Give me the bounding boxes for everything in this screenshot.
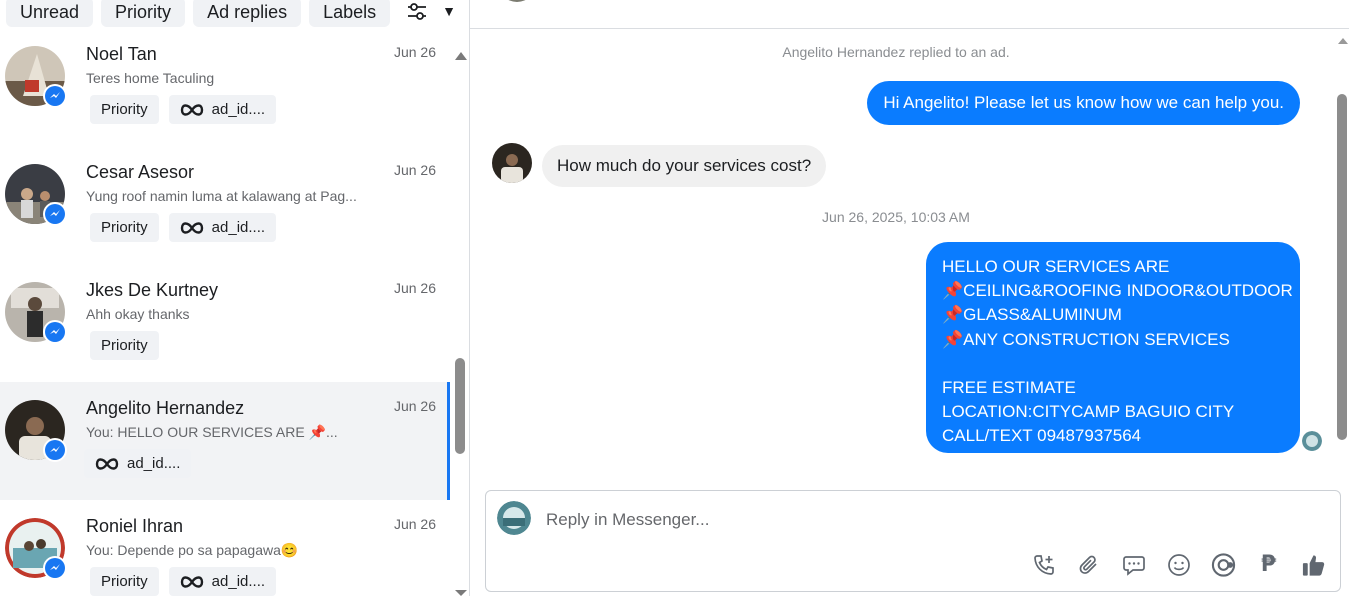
scroll-up-icon[interactable] [1338, 38, 1348, 44]
message-preview: Teres home Taculing [86, 70, 215, 86]
sliders-icon[interactable] [406, 1, 428, 23]
avatar [497, 501, 531, 535]
tag-row: Priority ad_id.... [90, 95, 277, 124]
messenger-inbox: Unread Priority Ad replies Labels ▼ Noel… [0, 0, 1349, 596]
message-line: 📌GLASS&ALUMINUM [942, 305, 1122, 325]
peso-icon[interactable]: ₱ [1256, 552, 1281, 577]
tag-label: Priority [101, 573, 148, 590]
priority-tag[interactable]: Priority [90, 95, 159, 124]
ad-id-tag[interactable]: ad_id.... [168, 95, 277, 124]
messenger-icon [43, 556, 67, 580]
gif-icon[interactable] [1211, 552, 1236, 577]
message-date: Jun 26 [393, 280, 436, 296]
emoji-icon[interactable] [1166, 552, 1191, 577]
attach-icon[interactable] [1076, 552, 1101, 577]
conversation-item[interactable]: Cesar Asesor Jun 26 Yung roof namin luma… [0, 146, 450, 264]
messenger-icon [43, 202, 67, 226]
scrollbar-thumb[interactable] [455, 358, 465, 454]
avatar [498, 0, 536, 2]
scroll-down-icon[interactable] [455, 590, 467, 596]
ad-id-tag[interactable]: ad_id.... [84, 449, 192, 478]
priority-tag[interactable]: Priority [90, 331, 159, 360]
contact-name: Cesar Asesor [86, 162, 195, 182]
reply-composer: ₱ [485, 490, 1341, 592]
incoming-message: How much do your services cost? [542, 145, 827, 187]
seen-avatar [1302, 431, 1322, 451]
scrollbar-thumb[interactable] [1337, 94, 1347, 440]
reply-input[interactable] [546, 505, 1246, 535]
filter-priority[interactable]: Priority [101, 0, 186, 27]
message-date: Jun 26 [393, 162, 436, 178]
meta-icon [180, 575, 203, 588]
tag-label: ad_id.... [211, 101, 266, 118]
thread-scrollbar[interactable] [1335, 34, 1349, 454]
thread-header [470, 0, 1349, 29]
tag-row: Priority ad_id.... [90, 213, 277, 242]
tag-label: Priority [101, 337, 148, 354]
conversation-list: Noel Tan Jun 26 Teres home Taculing Prio… [0, 28, 450, 596]
ad-id-tag[interactable]: ad_id.... [168, 213, 277, 242]
thumbs-up-icon[interactable] [1301, 552, 1326, 577]
contact-name: Roniel Ihran [86, 516, 184, 536]
filter-labels[interactable]: Labels [309, 0, 391, 27]
tag-label: Priority [101, 101, 148, 118]
priority-tag[interactable]: Priority [90, 213, 159, 242]
message-preview: Yung roof namin luma at kalawang at Pag.… [86, 188, 357, 204]
avatar [492, 143, 532, 183]
call-plus-icon[interactable] [1031, 552, 1056, 577]
priority-tag[interactable]: Priority [90, 567, 159, 596]
thread-pane: Angelito Hernandez replied to an ad. Hi … [470, 0, 1349, 596]
message-line: FREE ESTIMATE [942, 378, 1076, 398]
message-preview: You: Depende po sa papagawa😊 [86, 542, 299, 558]
conversation-pane: Unread Priority Ad replies Labels ▼ Noel… [0, 0, 470, 596]
messenger-icon [43, 320, 67, 344]
message-preview: You: HELLO OUR SERVICES ARE 📌... [86, 424, 338, 440]
contact-name: Noel Tan [86, 44, 157, 64]
message-preview: Ahh okay thanks [86, 306, 190, 322]
filter-unread[interactable]: Unread [6, 0, 94, 27]
conversation-item[interactable]: Roniel Ihran Jun 26 You: Depende po sa p… [0, 500, 450, 596]
message-line: LOCATION:CITYCAMP BAGUIO CITY [942, 402, 1235, 422]
meta-icon [180, 103, 203, 116]
message-line: 📌ANY CONSTRUCTION SERVICES [942, 329, 1230, 349]
message-line: 📌CEILING&ROOFING INDOOR&OUTDOOR [942, 281, 1293, 301]
scroll-up-icon[interactable] [455, 52, 467, 60]
tag-label: ad_id.... [211, 573, 266, 590]
chevron-down-icon[interactable]: ▼ [442, 3, 456, 19]
message-bubble-icon[interactable] [1121, 552, 1146, 577]
tag-label: ad_id.... [127, 455, 181, 472]
filter-ad-replies[interactable]: Ad replies [193, 0, 302, 27]
message-line: CALL/TEXT 09487937564 [942, 426, 1142, 446]
message-line: HELLO OUR SERVICES ARE [942, 257, 1170, 276]
message-line-blank [942, 352, 1284, 376]
conversation-item[interactable]: Noel Tan Jun 26 Teres home Taculing Prio… [0, 28, 450, 146]
message-date: Jun 26 [393, 398, 436, 414]
messenger-icon [43, 438, 67, 462]
message-date: Jun 26 [393, 516, 436, 532]
message-date: Jun 26 [393, 44, 436, 60]
conversation-item[interactable]: Jkes De Kurtney Jun 26 Ahh okay thanks P… [0, 264, 450, 382]
conversation-scrollbar[interactable] [453, 44, 467, 596]
tag-row: Priority [90, 331, 159, 360]
system-note: Angelito Hernandez replied to an ad. [782, 44, 1010, 60]
tag-row: Priority ad_id.... [90, 567, 277, 596]
contact-name: Jkes De Kurtney [86, 280, 219, 300]
composer-toolbar: ₱ [1031, 552, 1326, 577]
outgoing-message: Hi Angelito! Please let us know how we c… [867, 81, 1300, 125]
contact-name: Angelito Hernandez [86, 398, 245, 418]
conversation-item-active[interactable]: Angelito Hernandez Jun 26 You: HELLO OUR… [0, 382, 450, 500]
messenger-icon [43, 84, 67, 108]
tag-row: ad_id.... [84, 449, 192, 478]
meta-icon [180, 221, 203, 234]
meta-icon [95, 457, 119, 470]
outgoing-message-services: HELLO OUR SERVICES ARE 📌CEILING&ROOFING … [926, 242, 1300, 453]
tag-label: Priority [101, 219, 148, 236]
ad-id-tag[interactable]: ad_id.... [168, 567, 277, 596]
message-timestamp: Jun 26, 2025, 10:03 AM [822, 209, 970, 225]
filter-bar: Unread Priority Ad replies Labels ▼ [0, 0, 469, 28]
tag-label: ad_id.... [211, 219, 266, 236]
